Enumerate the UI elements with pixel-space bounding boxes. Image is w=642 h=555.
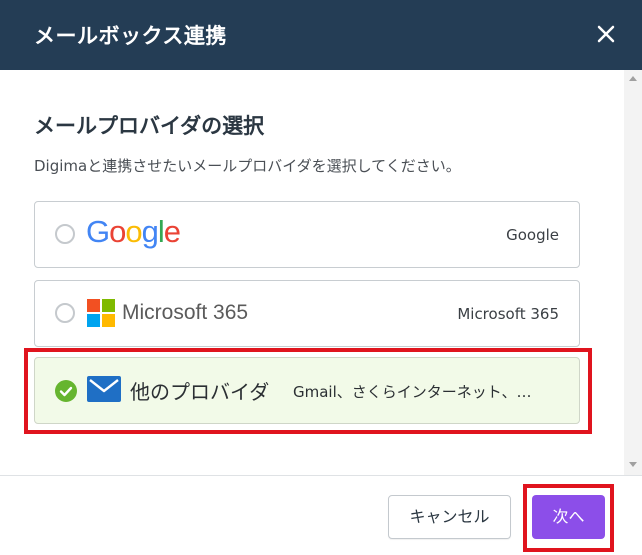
mailbox-link-dialog: メールボックス連携 メールプロバイダの選択 Digimaと連携させたいメールプロ…: [0, 0, 642, 555]
dialog-body: メールプロバイダの選択 Digimaと連携させたいメールプロバイダを選択してくだ…: [0, 70, 624, 475]
cancel-button[interactable]: キャンセル: [388, 495, 511, 539]
radio-microsoft[interactable]: [55, 303, 75, 323]
section-title: メールプロバイダの選択: [34, 114, 265, 138]
provider-label-google: Google: [506, 226, 559, 244]
google-logo: Google: [86, 214, 181, 249]
dialog-title: メールボックス連携: [34, 24, 227, 48]
dialog-footer: キャンセル 次へ: [0, 475, 642, 555]
close-icon[interactable]: [592, 20, 620, 48]
microsoft-logo-icon: [87, 299, 115, 327]
microsoft-logo-text: Microsoft 365: [122, 301, 249, 324]
provider-option-google[interactable]: Google Google: [34, 201, 580, 268]
highlight-box-other: [24, 348, 592, 434]
description-text: Digimaと連携させたいメールプロバイダを選択してください。: [34, 157, 461, 175]
scroll-down-arrow-icon[interactable]: [629, 462, 637, 467]
provider-label-microsoft: Microsoft 365: [457, 305, 559, 323]
scroll-up-arrow-icon[interactable]: [629, 76, 637, 81]
vertical-scrollbar[interactable]: [624, 70, 642, 475]
radio-google[interactable]: [55, 224, 75, 244]
provider-option-microsoft[interactable]: Microsoft 365 Microsoft 365: [34, 280, 580, 347]
scrollbar-thumb[interactable]: [628, 86, 638, 461]
highlight-box-next: [523, 484, 614, 552]
dialog-header: メールボックス連携: [0, 0, 642, 70]
